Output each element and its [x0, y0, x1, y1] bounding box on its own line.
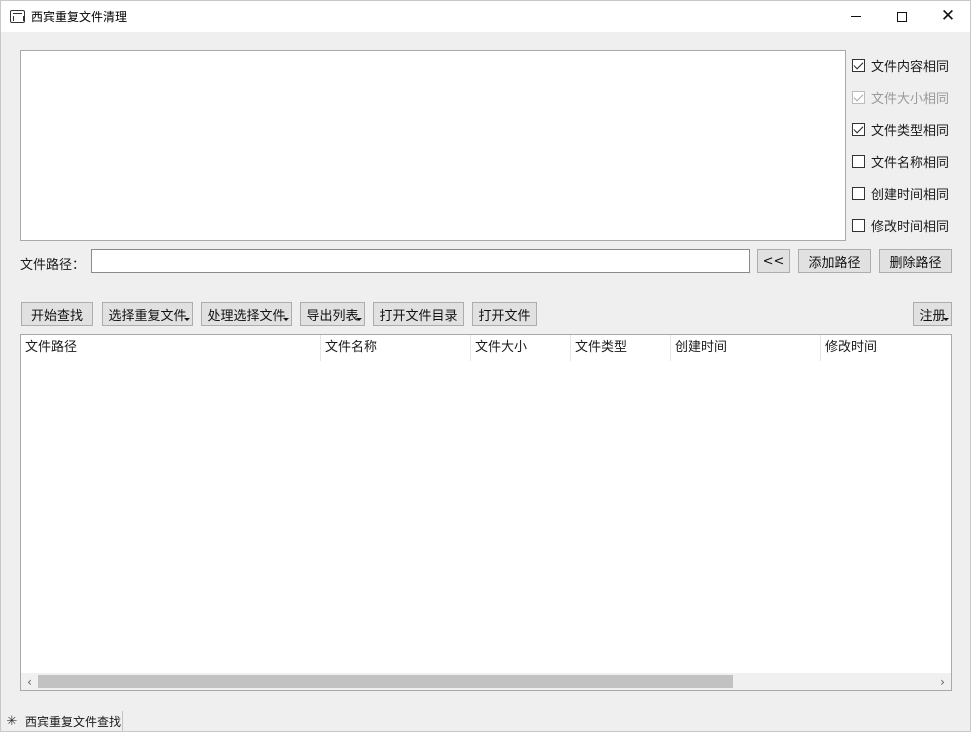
checkbox[interactable]	[852, 58, 865, 72]
column-header-modified[interactable]: 修改时间	[821, 335, 951, 361]
open-file-button[interactable]: 打开文件	[472, 302, 537, 326]
status-bar: ✳ 西宾重复文件查找	[5, 711, 121, 731]
column-header-path[interactable]: 文件路径	[21, 335, 321, 361]
register-button[interactable]: 注册	[913, 302, 952, 326]
app-icon	[10, 10, 25, 23]
spark-icon: ✳	[6, 713, 18, 729]
window-title: 西宾重复文件清理	[31, 10, 128, 24]
option-name-same[interactable]: 文件名称相同	[852, 152, 950, 171]
option-label: 文件名称相同	[871, 155, 950, 171]
option-label: 修改时间相同	[871, 219, 950, 235]
minimize-button[interactable]	[833, 1, 879, 32]
select-duplicates-button[interactable]: 选择重复文件	[102, 302, 193, 326]
path-input[interactable]	[91, 249, 750, 273]
column-header-type[interactable]: 文件类型	[571, 335, 671, 361]
option-label: 文件内容相同	[871, 59, 950, 75]
minimize-icon	[851, 16, 861, 17]
column-header-name[interactable]: 文件名称	[321, 335, 471, 361]
results-table[interactable]: 文件路径 文件名称 文件大小 文件类型 创建时间 修改时间 ‹ ›	[20, 334, 952, 691]
close-icon: ✕	[940, 6, 956, 26]
scroll-right-icon[interactable]: ›	[934, 673, 951, 690]
column-header-size[interactable]: 文件大小	[471, 335, 571, 361]
option-created-same[interactable]: 创建时间相同	[852, 184, 950, 203]
scroll-left-icon[interactable]: ‹	[21, 673, 38, 690]
process-selected-button[interactable]: 处理选择文件	[201, 302, 292, 326]
main-window: 西宾重复文件清理 ✕ 文件内容相同 文件大小相同 文件类型相同 文件名称相同 创…	[0, 0, 971, 732]
status-text: 西宾重复文件查找	[25, 714, 122, 729]
scrollbar-thumb[interactable]	[38, 675, 733, 688]
close-button[interactable]: ✕	[925, 1, 971, 32]
option-content-same[interactable]: 文件内容相同	[852, 56, 950, 75]
checkbox[interactable]	[852, 154, 865, 168]
option-size-same: 文件大小相同	[852, 88, 950, 107]
checkbox[interactable]	[852, 186, 865, 200]
checkbox[interactable]	[852, 122, 865, 136]
horizontal-scrollbar[interactable]: ‹ ›	[21, 673, 951, 690]
browse-button[interactable]: <<	[757, 249, 790, 273]
maximize-button[interactable]	[879, 1, 925, 32]
table-header: 文件路径 文件名称 文件大小 文件类型 创建时间 修改时间	[21, 335, 951, 361]
start-search-button[interactable]: 开始查找	[21, 302, 93, 326]
title-bar[interactable]: 西宾重复文件清理 ✕	[1, 1, 970, 32]
delete-path-button[interactable]: 删除路径	[879, 249, 952, 273]
path-label: 文件路径：	[20, 258, 86, 273]
path-list-box[interactable]	[20, 50, 846, 241]
column-header-created[interactable]: 创建时间	[671, 335, 821, 361]
add-path-button[interactable]: 添加路径	[798, 249, 871, 273]
checkbox[interactable]	[852, 218, 865, 232]
export-list-button[interactable]: 导出列表	[300, 302, 365, 326]
option-label: 文件大小相同	[871, 91, 950, 107]
maximize-icon	[897, 11, 907, 22]
checkbox	[852, 90, 865, 104]
status-divider	[122, 711, 123, 731]
option-label: 创建时间相同	[871, 187, 950, 203]
option-modified-same[interactable]: 修改时间相同	[852, 216, 950, 235]
open-directory-button[interactable]: 打开文件目录	[373, 302, 464, 326]
option-type-same[interactable]: 文件类型相同	[852, 120, 950, 139]
option-label: 文件类型相同	[871, 123, 950, 139]
